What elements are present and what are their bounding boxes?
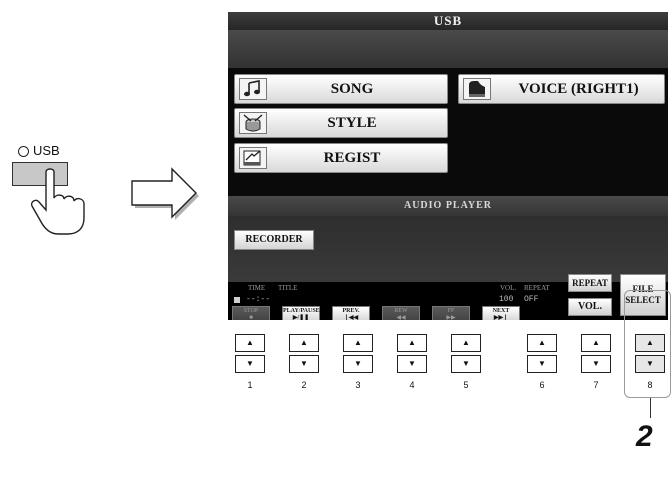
up-button-3[interactable]: ▲	[343, 334, 373, 352]
right-arrow-icon	[131, 167, 199, 220]
repeat-value: OFF	[524, 295, 539, 304]
rew-button[interactable]: REW ◀◀	[382, 306, 420, 320]
up-button-2[interactable]: ▲	[289, 334, 319, 352]
vol-button[interactable]: VOL.	[568, 298, 612, 316]
prev-label: PREV.	[342, 308, 360, 314]
button-number-2: 2	[301, 380, 307, 390]
ff-button[interactable]: FF ▶▶	[432, 306, 470, 320]
repeat-label: REPEAT	[524, 284, 550, 292]
button-number-7: 7	[593, 380, 599, 390]
ff-label: FF	[447, 308, 455, 314]
style-button[interactable]: STYLE	[234, 108, 448, 138]
down-button-3[interactable]: ▼	[343, 355, 373, 373]
vol-label: VOL.	[500, 284, 517, 292]
stop-button[interactable]: STOP ■	[232, 306, 270, 320]
down-button-2[interactable]: ▼	[289, 355, 319, 373]
button-number-6: 6	[539, 380, 545, 390]
play-pause-icon: ▶/❚❚	[292, 315, 310, 320]
time-label: TIME	[248, 284, 266, 292]
style-button-label: STYLE	[327, 115, 377, 131]
next-icon: ▶▶❘	[493, 315, 509, 320]
rew-icon: ◀◀	[396, 315, 406, 320]
category-area: SONG STYLE REGIST VOICE (RIGHT1)	[228, 68, 668, 196]
screen-title: USB	[228, 12, 668, 30]
vol-value: 100	[499, 295, 514, 304]
voice-button-label: VOICE (RIGHT1)	[518, 81, 639, 97]
regist-button[interactable]: REGIST	[234, 143, 448, 173]
file-select-highlight	[624, 290, 671, 398]
next-label: NEXT	[492, 308, 510, 314]
usb-button-label: USB	[33, 143, 60, 158]
button-number-5: 5	[463, 380, 469, 390]
usb-led-indicator	[18, 146, 29, 157]
callout-line	[650, 398, 651, 418]
time-value: --:--	[246, 295, 271, 304]
song-button-label: SONG	[330, 81, 374, 97]
down-button-1[interactable]: ▼	[235, 355, 265, 373]
up-button-6[interactable]: ▲	[527, 334, 557, 352]
title-label: TITLE	[278, 284, 298, 292]
play-pause-button[interactable]: PLAY/PAUSE ▶/❚❚	[282, 306, 320, 320]
recorder-button[interactable]: RECORDER	[234, 230, 314, 250]
stop-icon: ■	[249, 315, 253, 320]
lcd-screen: USB SONG STYLE REGIST VOICE (RIGHT1) AUD…	[228, 12, 668, 320]
play-pause-label: PLAY/PAUSE	[283, 308, 320, 314]
screen-header-band	[228, 30, 668, 68]
down-button-7[interactable]: ▼	[581, 355, 611, 373]
audio-player-header: AUDIO PLAYER	[228, 196, 668, 216]
up-button-7[interactable]: ▲	[581, 334, 611, 352]
prev-button[interactable]: PREV. ❘◀◀	[332, 306, 370, 320]
button-number-3: 3	[355, 380, 361, 390]
up-button-1[interactable]: ▲	[235, 334, 265, 352]
ff-icon: ▶▶	[446, 315, 456, 320]
up-button-4[interactable]: ▲	[397, 334, 427, 352]
down-button-6[interactable]: ▼	[527, 355, 557, 373]
prev-icon: ❘◀◀	[343, 315, 359, 320]
pointing-hand-icon	[30, 168, 85, 235]
voice-right1-button[interactable]: VOICE (RIGHT1)	[458, 74, 665, 104]
step-number: 2	[636, 420, 653, 453]
repeat-button[interactable]: REPEAT	[568, 274, 612, 292]
regist-button-label: REGIST	[323, 150, 381, 166]
song-button[interactable]: SONG	[234, 74, 448, 104]
rew-label: REW	[394, 308, 408, 314]
button-number-1: 1	[247, 380, 253, 390]
down-button-4[interactable]: ▼	[397, 355, 427, 373]
time-marker-icon	[234, 297, 240, 303]
button-number-4: 4	[409, 380, 415, 390]
up-button-5[interactable]: ▲	[451, 334, 481, 352]
next-button[interactable]: NEXT ▶▶❘	[482, 306, 520, 320]
recorder-area: RECORDER	[228, 216, 668, 282]
stop-label: STOP	[243, 308, 259, 314]
down-button-5[interactable]: ▼	[451, 355, 481, 373]
